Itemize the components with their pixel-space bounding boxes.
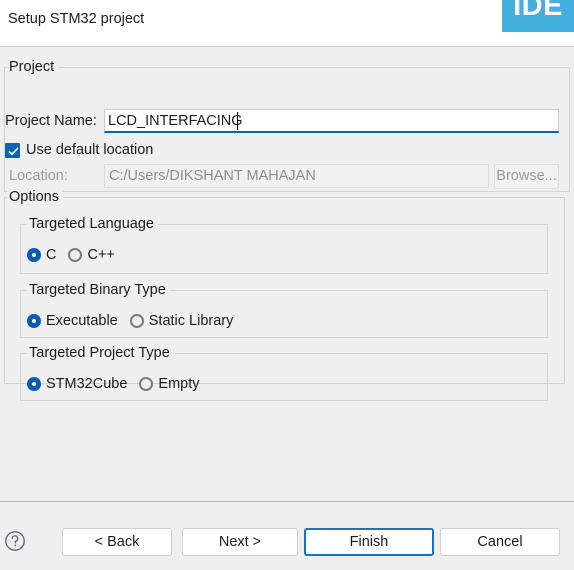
radio-binary-executable-label: Executable <box>46 313 118 329</box>
wizard-footer: < Back Next > Finish Cancel <box>0 502 574 570</box>
location-input[interactable]: C:/Users/DIKSHANT MAHAJAN <box>104 164 489 188</box>
use-default-location-label: Use default location <box>26 142 154 158</box>
text-caret <box>237 112 238 130</box>
targeted-binary-type-radio-row: Executable Static Library <box>27 310 233 332</box>
back-button[interactable]: < Back <box>62 528 172 556</box>
radio-project-type-empty-label: Empty <box>158 376 200 392</box>
project-name-label: Project Name: <box>5 113 97 129</box>
radio-unselected-icon <box>129 314 144 328</box>
radio-project-type-empty[interactable]: Empty <box>139 373 200 395</box>
targeted-project-type-label: Targeted Project Type <box>27 345 174 361</box>
project-group-label: Project <box>7 59 59 75</box>
radio-project-type-stm32cube[interactable]: STM32Cube <box>27 373 127 395</box>
radio-language-c-label: C <box>46 247 57 263</box>
targeted-project-type-group: Targeted Project Type STM32Cube Empty <box>20 345 548 401</box>
wizard-header: Setup STM32 project IDE <box>0 0 574 47</box>
browse-button[interactable]: Browse... <box>494 164 559 189</box>
radio-binary-static-library[interactable]: Static Library <box>129 310 234 332</box>
cancel-button[interactable]: Cancel <box>440 528 560 556</box>
radio-language-cpp-label: C++ <box>87 247 115 263</box>
stm32-project-wizard-dialog: Setup STM32 project IDE Project Project … <box>0 0 574 570</box>
use-default-location-checkbox[interactable]: Use default location <box>5 140 153 160</box>
radio-language-c[interactable]: C <box>27 244 56 266</box>
project-group: Project Project Name: Use default locati… <box>4 59 570 192</box>
project-name-input[interactable] <box>104 109 559 133</box>
radio-selected-icon <box>27 314 41 328</box>
radio-selected-icon <box>27 248 41 262</box>
radio-binary-executable[interactable]: Executable <box>27 310 118 332</box>
targeted-binary-type-group: Targeted Binary Type Executable Static L… <box>20 282 548 338</box>
wizard-body: Project Project Name: Use default locati… <box>0 47 574 502</box>
page-title: Setup STM32 project <box>8 11 145 27</box>
radio-language-cpp[interactable]: C++ <box>68 244 115 266</box>
options-group-label: Options <box>7 189 63 205</box>
checkbox-checked-icon <box>5 142 20 158</box>
radio-selected-icon <box>27 377 41 391</box>
radio-unselected-icon <box>139 377 154 391</box>
targeted-project-type-radio-row: STM32Cube Empty <box>27 373 200 395</box>
targeted-language-label: Targeted Language <box>27 216 158 232</box>
targeted-language-group: Targeted Language C C++ <box>20 216 548 274</box>
location-label: Location: <box>9 168 68 184</box>
options-group: Options Targeted Language C C++ Targeted… <box>4 189 565 401</box>
radio-binary-static-library-label: Static Library <box>148 313 234 329</box>
next-button[interactable]: Next > <box>182 528 298 556</box>
stm32cubeide-logo: IDE <box>502 0 574 32</box>
question-mark-circle-icon[interactable] <box>4 530 26 552</box>
targeted-language-radio-row: C C++ <box>27 244 115 266</box>
radio-project-type-stm32cube-label: STM32Cube <box>46 376 128 392</box>
radio-unselected-icon <box>68 248 83 262</box>
finish-button[interactable]: Finish <box>304 528 434 556</box>
targeted-binary-type-label: Targeted Binary Type <box>27 282 170 298</box>
